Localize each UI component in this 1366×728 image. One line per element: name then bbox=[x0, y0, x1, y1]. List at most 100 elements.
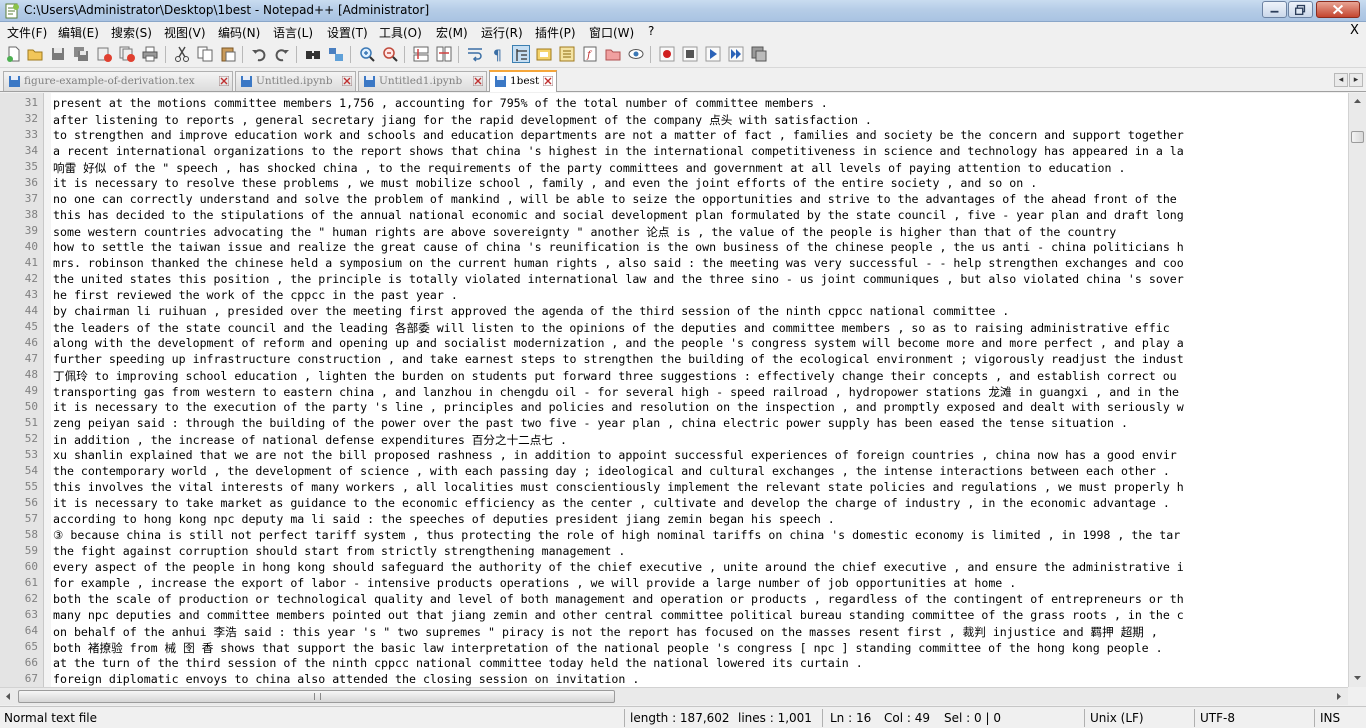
menu-edit[interactable]: 编辑(E) bbox=[58, 24, 99, 41]
line-text[interactable]: on behalf of the anhui 李浩 said : this ye… bbox=[53, 624, 1347, 640]
editor-line[interactable]: 66 at the turn of the third session of th… bbox=[0, 655, 1348, 671]
editor-line[interactable]: 43 he first reviewed the work of the cppc… bbox=[0, 287, 1348, 303]
line-text[interactable]: both the scale of production or technolo… bbox=[53, 592, 1347, 606]
vertical-scroll-thumb[interactable] bbox=[1351, 131, 1364, 143]
line-text[interactable]: it is necessary to take market as guidan… bbox=[53, 496, 1347, 510]
menu-settings[interactable]: 设置(T) bbox=[327, 24, 368, 41]
menu-window[interactable]: 窗口(W) bbox=[589, 24, 634, 41]
line-text[interactable]: many npc deputies and committee members … bbox=[53, 608, 1347, 622]
editor-line[interactable]: 67 foreign diplomatic envoys to china als… bbox=[0, 671, 1348, 687]
line-text[interactable]: transporting gas from western to eastern… bbox=[53, 384, 1347, 400]
line-text[interactable]: ③ because china is still not perfect tar… bbox=[53, 528, 1347, 542]
find-button[interactable] bbox=[304, 45, 322, 63]
line-text[interactable]: along with the development of reform and… bbox=[53, 336, 1347, 350]
editor-line[interactable]: 52 in addition , the increase of national… bbox=[0, 431, 1348, 447]
editor-line[interactable]: 51 zeng peiyan said : through the buildin… bbox=[0, 415, 1348, 431]
editor-line[interactable]: 37 no one can correctly understand and so… bbox=[0, 191, 1348, 207]
editor-line[interactable]: 40 how to settle the taiwan issue and rea… bbox=[0, 239, 1348, 255]
close-all-button[interactable] bbox=[118, 45, 136, 63]
editor-line[interactable]: 65 both 褚撩验 from 械 囹 香 shows that support… bbox=[0, 639, 1348, 655]
editor-line[interactable]: 57 according to hong kong npc deputy ma l… bbox=[0, 511, 1348, 527]
line-text[interactable]: 丁佩玲 to improving school education , ligh… bbox=[53, 368, 1347, 384]
line-text[interactable]: no one can correctly understand and solv… bbox=[53, 192, 1347, 206]
editor-line[interactable]: 45 the leaders of the state council and t… bbox=[0, 319, 1348, 335]
line-text[interactable]: it is necessary to the execution of the … bbox=[53, 400, 1347, 414]
line-text[interactable]: after listening to reports , general sec… bbox=[53, 112, 1347, 128]
editor-line[interactable]: 62 both the scale of production or techno… bbox=[0, 591, 1348, 607]
close-tab-icon[interactable] bbox=[473, 76, 483, 86]
line-text[interactable]: 响雷 好似 of the " speech , has shocked chin… bbox=[53, 160, 1347, 176]
line-text[interactable]: how to settle the taiwan issue and reali… bbox=[53, 240, 1347, 254]
editor-line[interactable]: 58 ③ because china is still not perfect t… bbox=[0, 527, 1348, 543]
folder-workspace-button[interactable] bbox=[604, 45, 622, 63]
editor-line[interactable]: 42 the united states this position , the … bbox=[0, 271, 1348, 287]
zoom-in-button[interactable] bbox=[358, 45, 376, 63]
show-all-chars-button[interactable]: ¶ bbox=[489, 45, 507, 63]
editor-line[interactable]: 60 every aspect of the people in hong kon… bbox=[0, 559, 1348, 575]
paste-button[interactable] bbox=[219, 45, 237, 63]
save-button[interactable] bbox=[49, 45, 67, 63]
line-text[interactable]: the contemporary world , the development… bbox=[53, 464, 1347, 478]
monitor-button[interactable] bbox=[627, 45, 645, 63]
menu-search[interactable]: 搜索(S) bbox=[111, 24, 152, 41]
line-text[interactable]: he first reviewed the work of the cppcc … bbox=[53, 288, 1347, 302]
line-text[interactable]: this involves the vital interests of man… bbox=[53, 480, 1347, 494]
minimize-button[interactable] bbox=[1262, 1, 1287, 18]
editor-line[interactable]: 33 to strengthen and improve education wo… bbox=[0, 127, 1348, 143]
line-text[interactable]: at the turn of the third session of the … bbox=[53, 656, 1347, 670]
line-text[interactable]: xu shanlin explained that we are not the… bbox=[53, 448, 1347, 462]
save-macro-button[interactable] bbox=[750, 45, 768, 63]
editor-line[interactable]: 36 it is necessary to resolve these probl… bbox=[0, 175, 1348, 191]
tab-figure-example-of-derivation[interactable]: figure-example-of-derivation.tex bbox=[3, 71, 233, 91]
language-button[interactable] bbox=[535, 45, 553, 63]
line-text[interactable]: for example , increase the export of lab… bbox=[53, 576, 1347, 590]
scroll-up-button[interactable] bbox=[1349, 93, 1366, 110]
line-text[interactable]: to strengthen and improve education work… bbox=[53, 128, 1347, 142]
redo-button[interactable] bbox=[273, 45, 291, 63]
horizontal-scroll-thumb[interactable] bbox=[18, 690, 615, 703]
tab-scroll-left-button[interactable]: ◂ bbox=[1334, 73, 1348, 87]
menu-run[interactable]: 运行(R) bbox=[481, 24, 523, 41]
horizontal-scrollbar[interactable] bbox=[0, 687, 1348, 705]
menu-file[interactable]: 文件(F) bbox=[7, 24, 47, 41]
scroll-right-button[interactable] bbox=[1330, 688, 1347, 705]
editor-line[interactable]: 59 the fight against corruption should st… bbox=[0, 543, 1348, 559]
editor-line[interactable]: 48 丁佩玲 to improving school education , li… bbox=[0, 367, 1348, 383]
save-all-button[interactable] bbox=[72, 45, 90, 63]
editor-line[interactable]: 54 the contemporary world , the developme… bbox=[0, 463, 1348, 479]
editor-line[interactable]: 61 for example , increase the export of l… bbox=[0, 575, 1348, 591]
editor-line[interactable]: 49 transporting gas from western to easte… bbox=[0, 383, 1348, 399]
close-tab-icon[interactable] bbox=[543, 76, 553, 86]
tab-scroll-right-button[interactable]: ▸ bbox=[1349, 73, 1363, 87]
line-text[interactable]: the united states this position , the pr… bbox=[53, 272, 1347, 286]
editor-line[interactable]: 55 this involves the vital interests of m… bbox=[0, 479, 1348, 495]
line-text[interactable]: in addition , the increase of national d… bbox=[53, 432, 1347, 448]
copy-button[interactable] bbox=[196, 45, 214, 63]
scroll-down-button[interactable] bbox=[1349, 669, 1366, 686]
record-macro-button[interactable] bbox=[658, 45, 676, 63]
line-text[interactable]: mrs. robinson thanked the chinese held a… bbox=[53, 256, 1347, 270]
editor-line[interactable]: 50 it is necessary to the execution of th… bbox=[0, 399, 1348, 415]
editor-line[interactable]: 39 some western countries advocating the … bbox=[0, 223, 1348, 239]
editor-line[interactable]: 64 on behalf of the anhui 李浩 said : this … bbox=[0, 623, 1348, 639]
maximize-button[interactable] bbox=[1288, 1, 1313, 18]
tab-untitled-ipynb[interactable]: Untitled.ipynb bbox=[235, 71, 356, 91]
line-text[interactable]: every aspect of the people in hong kong … bbox=[53, 560, 1347, 574]
editor-line[interactable]: 56 it is necessary to take market as guid… bbox=[0, 495, 1348, 511]
line-text[interactable]: the leaders of the state council and the… bbox=[53, 320, 1347, 336]
menu-tools[interactable]: 工具(O) bbox=[379, 24, 422, 41]
undo-button[interactable] bbox=[250, 45, 268, 63]
menu-view[interactable]: 视图(V) bbox=[164, 24, 206, 41]
line-text[interactable]: by chairman li ruihuan , presided over t… bbox=[53, 304, 1347, 318]
line-text[interactable]: foreign diplomatic envoys to china also … bbox=[53, 672, 1347, 686]
editor-line[interactable]: 38 this has decided to the stipulations o… bbox=[0, 207, 1348, 223]
word-wrap-button[interactable] bbox=[466, 45, 484, 63]
line-text[interactable]: this has decided to the stipulations of … bbox=[53, 208, 1347, 222]
document-map-button[interactable]: f bbox=[581, 45, 599, 63]
new-file-button[interactable] bbox=[5, 45, 23, 63]
menu-encoding[interactable]: 编码(N) bbox=[218, 24, 260, 41]
editor-line[interactable]: 32 after listening to reports , general s… bbox=[0, 111, 1348, 127]
play-macro-button[interactable] bbox=[704, 45, 722, 63]
sync-horizontal-button[interactable] bbox=[435, 45, 453, 63]
editor-line[interactable]: 53 xu shanlin explained that we are not t… bbox=[0, 447, 1348, 463]
